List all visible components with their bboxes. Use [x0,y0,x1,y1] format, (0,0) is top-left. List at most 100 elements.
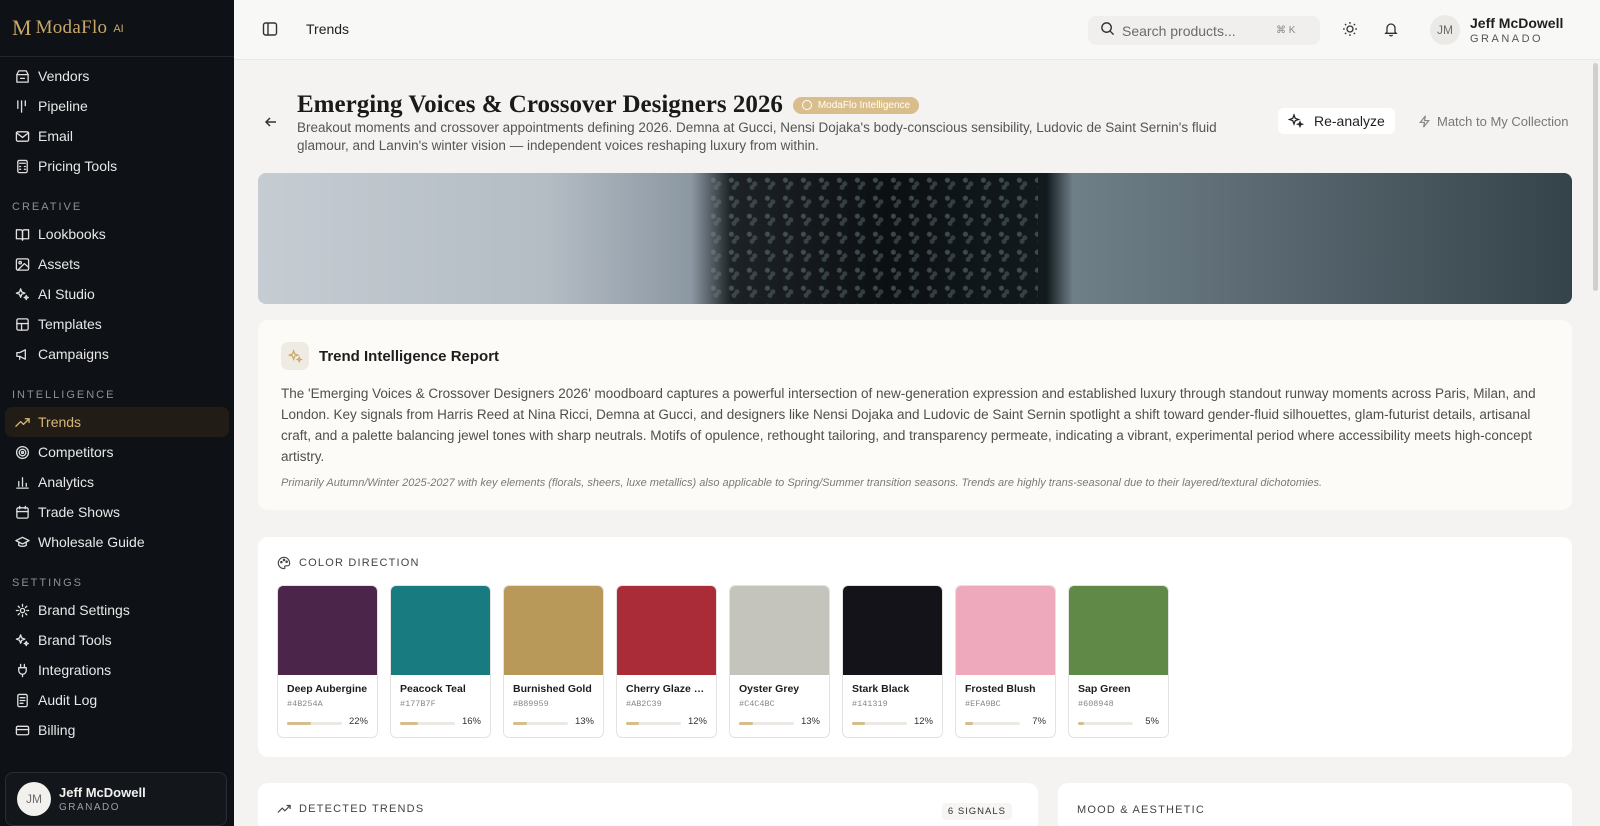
topbar: Trends ⌘ K JM Jeff McDowell GRANADO [234,0,1600,60]
sidebar-item-trends[interactable]: Trends [5,407,229,437]
swatch-hex: #608948 [1078,699,1114,709]
sidebar-item-label: Integrations [38,662,112,678]
color-chip [1069,586,1168,675]
swatch-share-bar [1078,722,1133,725]
book-open-icon [12,224,32,244]
megaphone-icon [12,344,32,364]
sidebar-item-assets[interactable]: Assets [5,249,229,279]
color-swatch[interactable]: Deep Aubergine #4B254A 22% [277,585,378,738]
page-subtitle: Breakout moments and crossover appointme… [297,120,1217,153]
swatch-hex: #4B254A [287,699,323,709]
sidebar-item-billing[interactable]: Billing [5,715,229,745]
swatch-hex: #177B7F [400,699,436,709]
swatch-share-fill [739,722,753,725]
reanalyze-label: Re-analyze [1314,113,1385,129]
sidebar-item-pipeline[interactable]: Pipeline [5,91,229,121]
swatch-name: Oyster Grey [739,683,800,695]
sidebar-toggle-icon[interactable] [262,21,278,42]
report-season-note: Primarily Autumn/Winter 2025-2027 with k… [281,477,1323,489]
sparkles-icon [12,630,32,650]
sidebar-item-templates[interactable]: Templates [5,309,229,339]
swatch-hex: #AB2C39 [626,699,662,709]
match-collection-button[interactable]: Match to My Collection [1410,108,1577,134]
sidebar-item-vendors[interactable]: Vendors [5,61,229,91]
color-direction-label: COLOR DIRECTION [299,557,420,569]
swatch-name: Deep Aubergine [287,683,368,695]
sidebar-item-competitors[interactable]: Competitors [5,437,229,467]
notifications-bell-icon[interactable] [1383,21,1399,42]
reanalyze-button[interactable]: Re-analyze [1278,108,1395,134]
color-swatch[interactable]: Peacock Teal #177B7F 16% [390,585,491,738]
sidebar-item-label: Brand Settings [38,602,130,618]
search-shortcut: ⌘ K [1276,25,1296,36]
sidebar-item-label: Analytics [38,474,95,490]
swatch-name: Frosted Blush [965,683,1036,695]
theme-toggle-sun-icon[interactable] [1342,21,1358,42]
page-title: Emerging Voices & Crossover Designers 20… [297,91,783,118]
sidebar-item-brand-settings[interactable]: Brand Settings [5,595,229,625]
top-user-info[interactable]: Jeff McDowell GRANADO [1470,15,1563,45]
main-content: Emerging Voices & Crossover Designers 20… [234,60,1600,826]
sidebar-item-trade-shows[interactable]: Trade Shows [5,497,229,527]
sidebar-item-label: Pricing Tools [38,158,118,174]
sidebar-item-wholesale-guide[interactable]: Wholesale Guide [5,527,229,557]
sidebar-item-label: Wholesale Guide [38,534,145,550]
swatch-share-bar [626,722,681,725]
sidebar-item-email[interactable]: Email [5,121,229,151]
mood-aesthetic-card: MOOD & AESTHETIC [1058,783,1572,826]
swatch-percent: 7% [1032,716,1046,727]
sidebar-item-ai-studio[interactable]: AI Studio [5,279,229,309]
back-arrow-icon[interactable] [264,115,278,134]
lightning-icon [1419,115,1430,127]
target-icon [12,442,32,462]
sidebar-item-lookbooks[interactable]: Lookbooks [5,219,229,249]
swatch-percent: 16% [461,716,481,727]
sidebar-item-label: Billing [38,722,76,738]
color-swatch[interactable]: Frosted Blush #EFA9BC 7% [955,585,1056,738]
swatch-share-fill [965,722,973,725]
swatch-share-fill [400,722,418,725]
page-scrollbar[interactable] [1593,63,1598,291]
sidebar-item-label: Audit Log [38,692,98,708]
sidebar-section-label: CREATIVE [12,201,83,213]
sidebar-user-card[interactable]: JM Jeff McDowell GRANADO [5,772,227,826]
color-chip [391,586,490,675]
color-swatch[interactable]: Burnished Gold #B89959 13% [503,585,604,738]
swatch-share-fill [852,722,865,725]
breadcrumb[interactable]: Trends [306,21,349,37]
swatch-hex: #B89959 [513,699,549,709]
sidebar-item-audit-log[interactable]: Audit Log [5,685,229,715]
swatch-share-fill [513,722,527,725]
brand-monogram-icon: M [12,15,32,40]
color-swatch[interactable]: Oyster Grey #C4C4BC 13% [729,585,830,738]
sidebar: M ModaFlo AI Vendors Pipeline Email Pricing… [0,0,234,826]
badge-label: ModaFlo Intelligence [817,99,911,111]
palette-icon [277,556,291,570]
sparkles-icon [1288,113,1304,129]
bar-chart-icon [12,472,32,492]
top-user-org: GRANADO [1470,33,1544,45]
search-box[interactable]: ⌘ K [1088,16,1320,45]
sidebar-item-campaigns[interactable]: Campaigns [5,339,229,369]
sidebar-section-label: SETTINGS [12,577,84,589]
swatch-percent: 12% [687,716,707,727]
brand-logo[interactable]: M ModaFlo AI [0,0,234,57]
sidebar-item-pricing-tools[interactable]: Pricing Tools [5,151,229,181]
color-swatch[interactable]: Cherry Glaze Red #AB2C39 12% [616,585,717,738]
swatch-share-fill [626,722,639,725]
sidebar-item-brand-tools[interactable]: Brand Tools [5,625,229,655]
top-user-name: Jeff McDowell [1470,15,1564,31]
sidebar-item-analytics[interactable]: Analytics [5,467,229,497]
color-chip [278,586,377,675]
search-input[interactable] [1122,22,1272,39]
swatch-share-fill [1078,722,1084,725]
calendar-icon [12,502,32,522]
color-swatch[interactable]: Sap Green #608948 5% [1068,585,1169,738]
color-swatch[interactable]: Stark Black #141319 12% [842,585,943,738]
top-avatar[interactable]: JM [1430,15,1460,45]
sidebar-item-label: Brand Tools [38,632,112,648]
swatch-percent: 22% [348,716,368,727]
layout-icon [12,314,32,334]
sidebar-item-integrations[interactable]: Integrations [5,655,229,685]
sidebar-item-label: Assets [38,256,81,272]
